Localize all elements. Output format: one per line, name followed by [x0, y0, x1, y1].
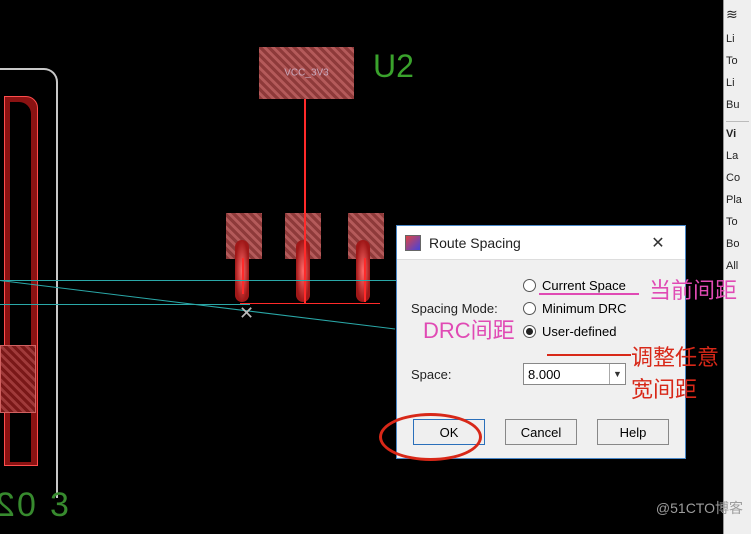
component-reference: U2 — [373, 48, 414, 85]
radio-icon — [523, 302, 536, 315]
route-guide-line — [0, 280, 398, 281]
radio-current-space[interactable]: Current Space — [523, 278, 627, 293]
net-label: VCC_3V3 — [284, 68, 328, 79]
close-icon[interactable]: ✕ — [639, 229, 677, 257]
help-button[interactable]: Help — [597, 419, 669, 445]
silk-ref-left: 02 — [0, 486, 36, 525]
radio-label: Minimum DRC — [542, 301, 627, 316]
radio-label: User-defined — [542, 324, 616, 339]
dialog-titlebar[interactable]: Route Spacing ✕ — [397, 226, 685, 260]
annotation-current-spacing: 当前间距 — [649, 273, 737, 305]
chevron-down-icon[interactable]: ▼ — [609, 364, 625, 384]
annotation-user-adjust: 调整任意 宽间距 — [631, 340, 719, 404]
properties-panel-sliver: ≋ Li To Li Bu Vi La Co Pla To Bo All — [723, 0, 751, 534]
prop-item: Pla — [726, 194, 749, 206]
prop-item: Li — [726, 33, 749, 45]
prop-item: All — [726, 260, 749, 272]
annotation-ok-highlight — [379, 413, 482, 461]
ratsnest-line — [304, 99, 306, 303]
dialog-title: Route Spacing — [429, 235, 639, 251]
prop-item: Bo — [726, 238, 749, 250]
route-guide-line — [0, 304, 250, 305]
prop-item: Co — [726, 172, 749, 184]
space-label: Space: — [411, 367, 523, 382]
app-icon — [405, 235, 421, 251]
space-value: 8.000 — [528, 367, 561, 382]
prop-item: La — [726, 150, 749, 162]
thermal-via — [296, 240, 310, 302]
thermal-via — [356, 240, 370, 302]
spacing-mode-radio-group: Current Space Minimum DRC User-defined — [523, 278, 627, 339]
prop-item: Bu — [726, 99, 749, 111]
prop-section: Vi — [726, 128, 749, 140]
annotation-drc-spacing: DRC间距 — [423, 313, 515, 345]
ratsnest-line — [240, 303, 380, 304]
prop-item: Li — [726, 77, 749, 89]
watermark: @51CTO博客 — [656, 498, 743, 518]
radio-icon — [523, 279, 536, 292]
cancel-button[interactable]: Cancel — [505, 419, 577, 445]
cursor-cross-icon: ✕ — [239, 303, 254, 324]
radio-label: Current Space — [542, 278, 626, 293]
ratsnest-line — [242, 258, 244, 294]
radio-minimum-drc[interactable]: Minimum DRC — [523, 301, 627, 316]
component-pad-left — [0, 345, 36, 413]
radio-icon — [523, 325, 536, 338]
silk-ref-right: 3 — [50, 486, 71, 525]
prop-item: To — [726, 216, 749, 228]
prop-item: To — [726, 55, 749, 67]
large-smd-pad: VCC_3V3 — [259, 47, 354, 99]
space-combobox[interactable]: 8.000 ▼ — [523, 363, 626, 385]
radio-user-defined[interactable]: User-defined — [523, 324, 627, 339]
